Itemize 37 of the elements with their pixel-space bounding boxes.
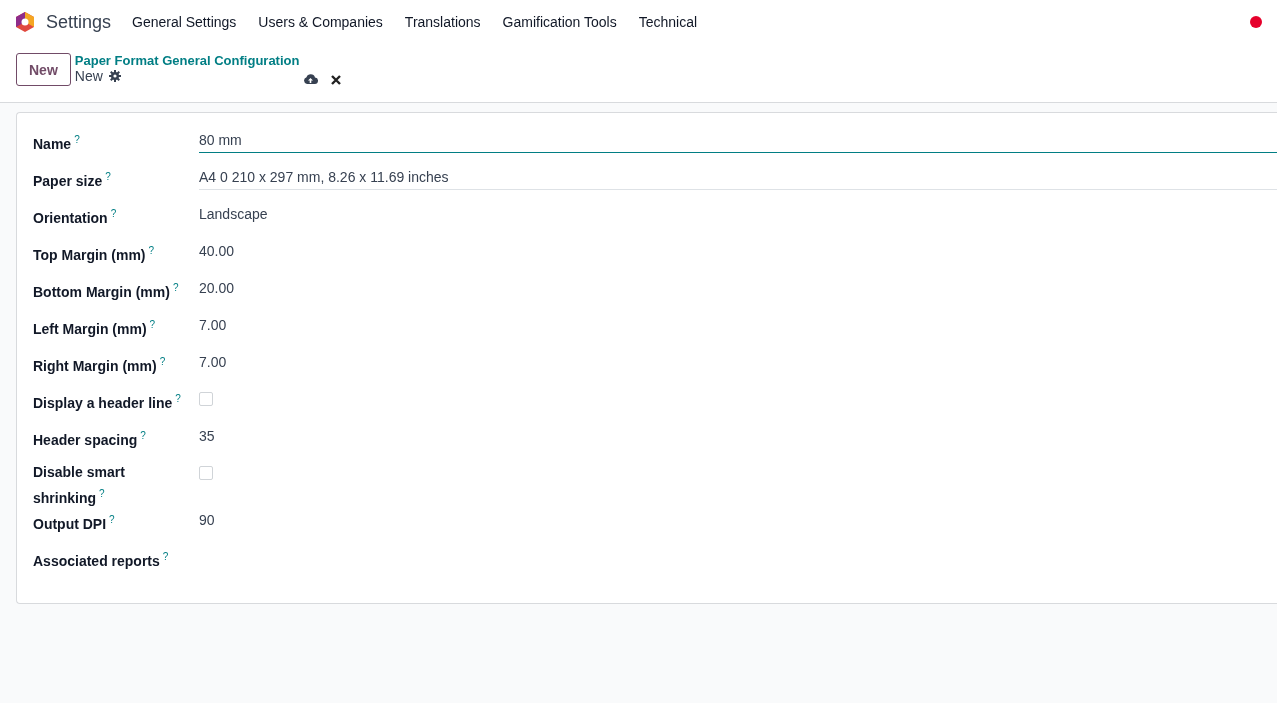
- field-value: 35: [199, 427, 215, 444]
- field-label: Name $^{?}$: [33, 133, 81, 154]
- field-value: Landscape: [199, 205, 268, 222]
- select-field[interactable]: A4 0 210 x 297 mm, 8.26 x 11.69 inches: [199, 166, 1277, 190]
- field-value: 40.00: [199, 242, 235, 259]
- checkbox[interactable]: [199, 392, 213, 406]
- field-value: 7.00: [199, 353, 227, 370]
- breadcrumb-link[interactable]: Paper Format General Configuration: [74, 53, 301, 68]
- field-label: Paper size $^{?}$: [33, 170, 112, 191]
- menu-item[interactable]: Translations: [404, 14, 481, 30]
- field-label: Disable smart shrinking $^{?}$: [33, 463, 126, 508]
- menu-item[interactable]: General Settings: [132, 14, 237, 30]
- field-label: Orientation $^{?}$: [33, 207, 118, 228]
- field-label: Output DPI $^{?}$: [33, 512, 116, 534]
- field-label: Left Margin (mm) $^{?}$: [33, 318, 157, 339]
- cloud-upload-icon[interactable]: [302, 73, 318, 85]
- field-label: Right Margin (mm) $^{?}$: [33, 355, 167, 376]
- gear-icon[interactable]: [108, 70, 121, 82]
- new-button[interactable]: New: [16, 53, 71, 86]
- field-label: Top Margin (mm) $^{?}$: [33, 244, 156, 265]
- app-title[interactable]: Settings: [46, 11, 112, 33]
- menu-item[interactable]: Technical: [638, 14, 698, 30]
- field-value: 7.00: [199, 316, 227, 333]
- field-label: Bottom Margin (mm) $^{?}$: [33, 281, 180, 302]
- checkbox[interactable]: [199, 466, 213, 480]
- field-value: 20.00: [199, 279, 235, 296]
- status-dot-icon[interactable]: [1250, 16, 1262, 28]
- menu-item[interactable]: Gamification Tools: [502, 14, 617, 30]
- field-value: 90: [199, 510, 215, 528]
- input-field[interactable]: 80 mm: [199, 129, 1277, 153]
- field-label: Associated reports $^{?}$: [33, 549, 170, 571]
- menu-item[interactable]: Users & Companies: [258, 14, 383, 30]
- record-title: New: [74, 68, 103, 84]
- close-icon[interactable]: [330, 75, 341, 85]
- app-logo-icon[interactable]: [15, 11, 35, 33]
- field-label: Header spacing $^{?}$: [33, 429, 147, 450]
- field-label: Display a header line $^{?}$: [33, 392, 182, 413]
